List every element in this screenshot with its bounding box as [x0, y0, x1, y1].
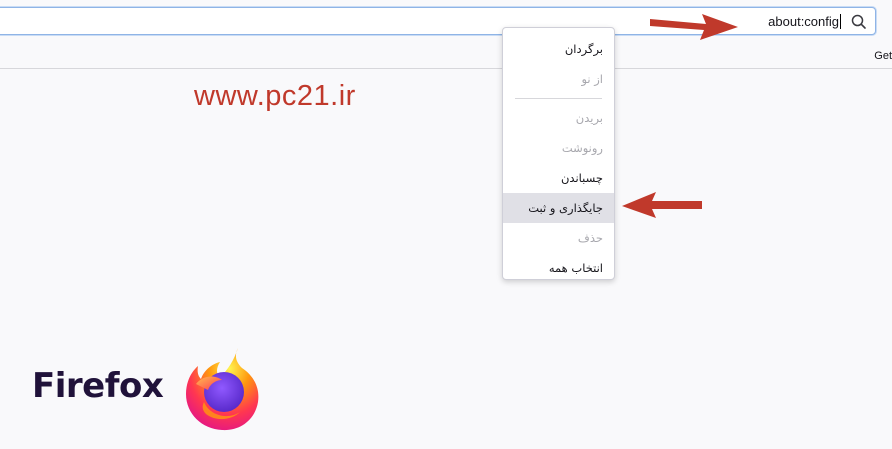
menu-item-undo[interactable]: برگردان — [503, 34, 614, 64]
firefox-logo-icon — [186, 348, 259, 431]
menu-item-copy[interactable]: رونوشت — [503, 133, 614, 163]
context-menu: برگردان از نو بریدن رونوشت چسباندن جایگذ… — [502, 27, 615, 280]
watermark-text: www.pc21.ir — [194, 80, 356, 112]
menu-separator — [515, 98, 602, 99]
bookmark-item-get[interactable]: Get — [874, 50, 892, 62]
text-caret — [840, 14, 841, 29]
firefox-wordmark: Firefox — [32, 366, 164, 406]
url-bar[interactable]: about:config — [0, 7, 876, 35]
bookmarks-toolbar: Get — [0, 44, 892, 69]
annotation-arrow-menu-icon — [622, 192, 702, 218]
menu-item-paste[interactable]: چسباندن — [503, 163, 614, 193]
menu-item-redo[interactable]: از نو — [503, 64, 614, 94]
menu-item-select-all[interactable]: انتخاب همه — [503, 253, 614, 283]
search-icon[interactable] — [849, 12, 869, 32]
menu-item-paste-and-go[interactable]: جایگذاری و ثبت — [503, 193, 614, 223]
nav-toolbar: about:config — [0, 0, 892, 44]
annotation-arrow-url-icon — [650, 14, 738, 40]
menu-item-delete[interactable]: حذف — [503, 223, 614, 253]
menu-item-cut[interactable]: بریدن — [503, 103, 614, 133]
url-input[interactable]: about:config — [768, 14, 841, 29]
